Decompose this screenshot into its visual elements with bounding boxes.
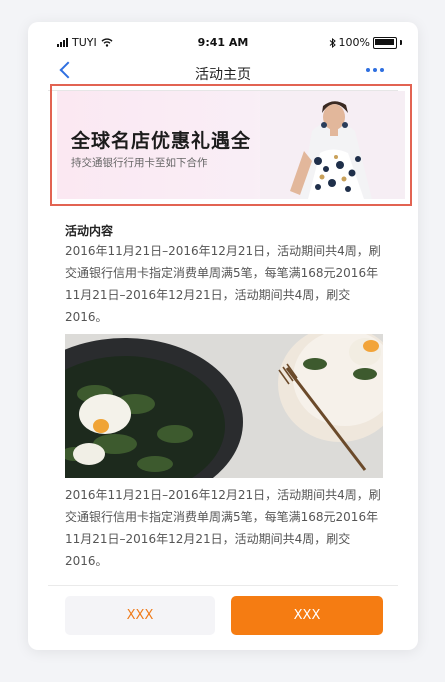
promo-banner[interactable]: 全球名店优惠礼遇全 持交通银行行用卡至如下合作 (57, 91, 405, 199)
status-right: 100% (329, 36, 402, 49)
page-title: 活动主页 (195, 67, 251, 83)
battery-percent: 100% (338, 36, 370, 49)
banner-highlight: 全球名店优惠礼遇全 持交通银行行用卡至如下合作 (50, 84, 412, 206)
footer-divider (48, 585, 398, 586)
banner-title: 全球名店优惠礼遇全 (71, 130, 252, 152)
banner-subtitle: 持交通银行行用卡至如下合作 (71, 157, 208, 169)
food-photo (65, 334, 383, 478)
battery-icon (373, 36, 397, 49)
model-photo (260, 91, 405, 199)
primary-button[interactable]: XXX (231, 596, 383, 635)
bluetooth-icon (329, 37, 336, 48)
activity-description: 2016年11月21日–2016年12月21日，活动期间共4周，刷交通银行信用卡… (65, 244, 381, 324)
status-bar: TUYI 9:41 AM 100% (28, 32, 418, 54)
battery-tip (400, 40, 402, 45)
activity-description-repeat: 2016年11月21日–2016年12月21日，活动期间共4周，刷交通银行信用卡… (65, 488, 381, 568)
secondary-button[interactable]: XXX (65, 596, 215, 635)
more-icon[interactable] (366, 68, 384, 72)
section-title: 活动内容 (65, 224, 114, 238)
phone-screen: TUYI 9:41 AM 100% 活动主页 全球名店优惠礼遇全 持交通银行行用… (28, 22, 418, 650)
